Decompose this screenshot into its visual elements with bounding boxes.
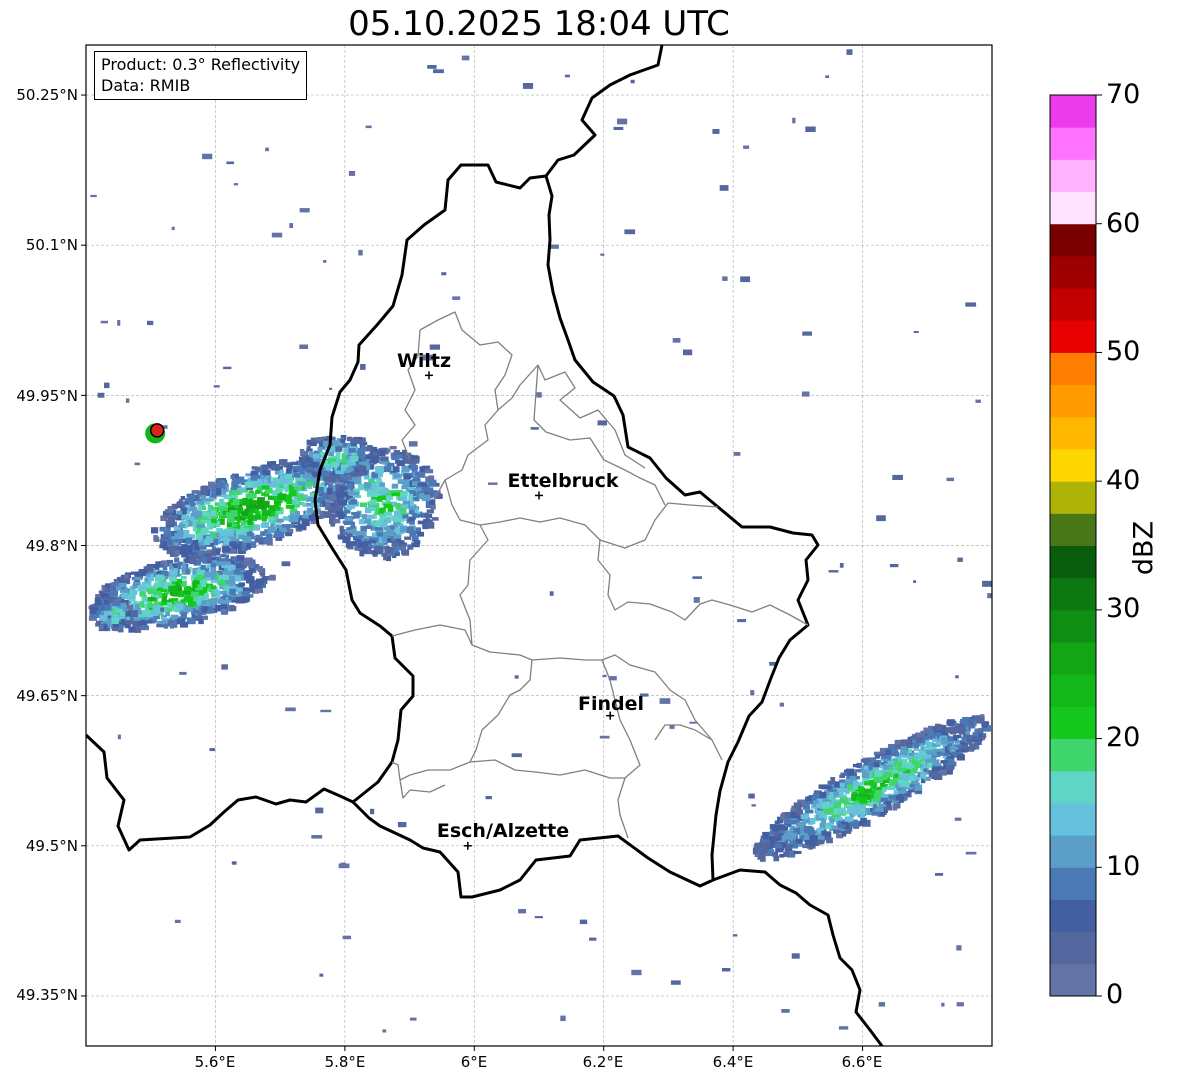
colorbar-tick-70: 70 <box>1106 79 1141 110</box>
lat-label-49.8: 49.8°N <box>25 537 78 555</box>
lon-label-5.8: 5.8°E <box>324 1053 366 1071</box>
colorbar-tick-50: 50 <box>1106 336 1141 367</box>
colorbar <box>1049 94 1102 997</box>
colorbar-segment <box>1050 384 1096 418</box>
colorbar-segment <box>1050 642 1096 675</box>
colorbar-segment <box>1050 738 1096 772</box>
lon-label-6: 6°E <box>460 1053 488 1071</box>
lon-label-6.4: 6.4°E <box>712 1053 754 1071</box>
city-label-ettelbruck: Ettelbruck <box>507 470 619 492</box>
colorbar-segment <box>1050 706 1096 740</box>
colorbar-segment <box>1050 931 1096 965</box>
colorbar-segment <box>1050 255 1096 289</box>
lat-label-50.25: 50.25°N <box>16 86 78 104</box>
colorbar-label: dBZ <box>1128 520 1160 576</box>
lat-label-49.5: 49.5°N <box>25 837 78 855</box>
colorbar-segment <box>1050 288 1096 321</box>
colorbar-segment <box>1050 963 1096 997</box>
colorbar-segment <box>1050 416 1096 450</box>
lon-label-6.6: 6.6°E <box>841 1053 883 1071</box>
colorbar-segment <box>1050 95 1096 128</box>
colorbar-segment <box>1050 867 1096 900</box>
product-info-box: Product: 0.3° Reflectivity Data: RMIB <box>94 51 308 100</box>
city-label-findel: Findel <box>577 693 645 715</box>
lat-label-49.65: 49.65°N <box>16 687 78 705</box>
lat-label-49.95: 49.95°N <box>16 387 78 405</box>
colorbar-segment <box>1050 127 1096 160</box>
colorbar-segment <box>1050 513 1096 546</box>
product-label: Product: 0.3° Reflectivity <box>101 55 301 74</box>
colorbar-segment <box>1050 802 1096 836</box>
data-source-label: Data: RMIB <box>101 76 191 95</box>
colorbar-segment <box>1050 609 1096 643</box>
colorbar-segment <box>1050 159 1096 193</box>
colorbar-segment <box>1050 352 1096 386</box>
radar-map[interactable] <box>0 0 1184 1081</box>
colorbar-segment <box>1050 223 1096 257</box>
colorbar-segment <box>1050 899 1096 933</box>
colorbar-tick-30: 30 <box>1106 593 1141 624</box>
colorbar-segment <box>1050 674 1096 707</box>
lon-label-6.2: 6.2°E <box>582 1053 624 1071</box>
lon-label-5.6: 5.6°E <box>194 1053 236 1071</box>
city-label-wiltz: Wiltz <box>396 350 452 372</box>
colorbar-segment <box>1050 835 1096 868</box>
colorbar-tick-40: 40 <box>1106 465 1141 496</box>
colorbar-segment <box>1050 191 1096 225</box>
colorbar-segment <box>1050 481 1096 514</box>
colorbar-tick-20: 20 <box>1106 722 1141 753</box>
colorbar-tick-10: 10 <box>1106 851 1141 882</box>
city-label-esch-alzette: Esch/Alzette <box>436 820 570 842</box>
colorbar-segment <box>1050 448 1096 482</box>
radar-site-marker[interactable] <box>149 423 165 438</box>
colorbar-segment <box>1050 770 1096 804</box>
colorbar-tick-60: 60 <box>1106 208 1141 239</box>
colorbar-segment <box>1050 320 1096 353</box>
colorbar-segment <box>1050 577 1096 611</box>
lat-label-49.35: 49.35°N <box>16 986 78 1004</box>
colorbar-tick-0: 0 <box>1106 979 1124 1010</box>
colorbar-segment <box>1050 545 1096 579</box>
lat-label-50.1: 50.1°N <box>25 236 78 254</box>
